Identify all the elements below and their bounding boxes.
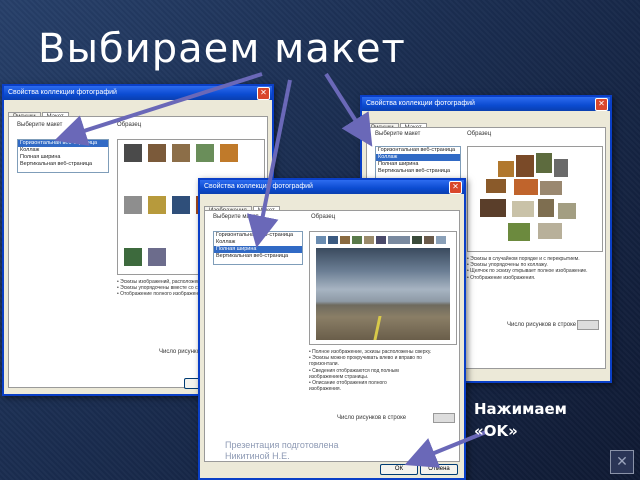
arrow-to-collage-option [324,72,373,147]
arrow-to-full-width-option [247,79,292,248]
ok-instruction-caption: Нажимаем «OK» [474,398,567,442]
caption-line-1: Нажимаем [474,400,567,418]
close-x-icon[interactable]: ✕ [610,450,634,474]
caption-line-2: «OK» [474,422,518,440]
arrow-to-horizontal-option [54,72,263,146]
footer-line-2: Никитиной Н.Е. [225,451,290,461]
author-footer: Презентация подготовлена Никитиной Н.Е. [225,440,339,462]
footer-line-1: Презентация подготовлена [225,440,339,450]
